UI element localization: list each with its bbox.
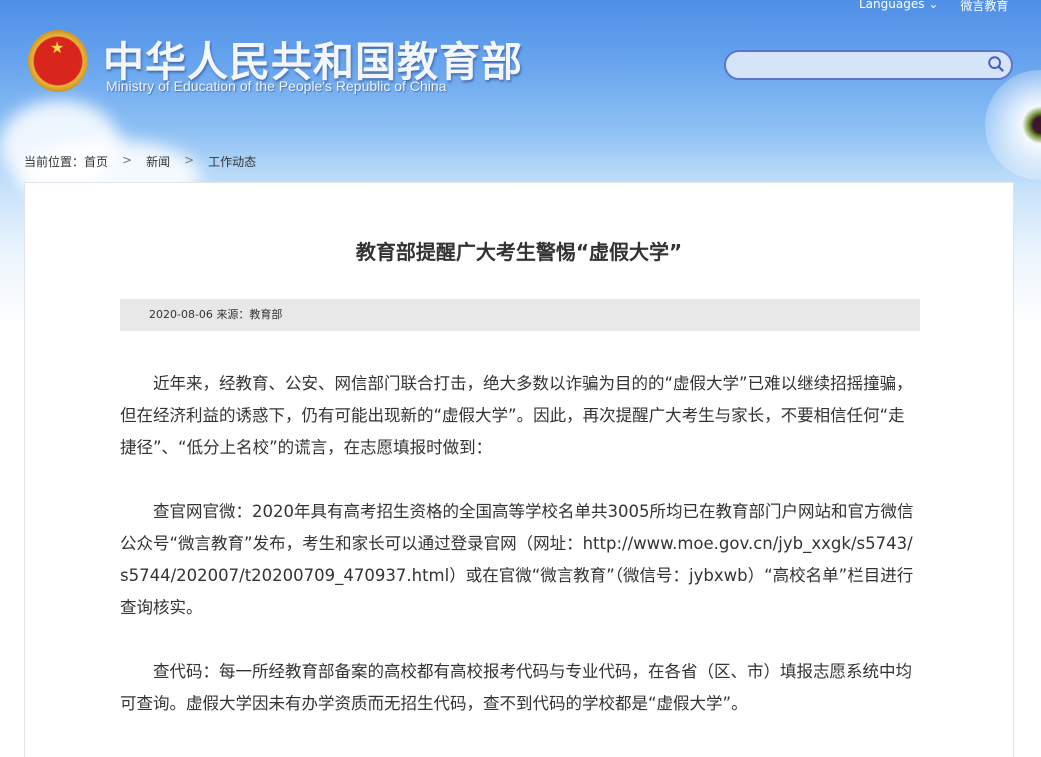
breadcrumb: 当前位置： 首页 > 新闻 > 工作动态 xyxy=(24,153,256,170)
languages-menu[interactable]: Languages ⌄ xyxy=(859,0,938,14)
breadcrumb-work-news[interactable]: 工作动态 xyxy=(208,153,256,170)
article-date: 2020-08-06 xyxy=(149,308,213,321)
dandelion-decoration xyxy=(985,70,1041,180)
search-input[interactable] xyxy=(738,52,988,78)
chevron-right-icon: > xyxy=(184,153,195,167)
article-meta: 2020-08-06 来源：教育部 xyxy=(120,299,920,331)
article-paragraph: 查代码：每一所经教育部备案的高校都有高校报考代码与专业代码，在各省（区、市）填报… xyxy=(120,662,912,713)
article-source: 来源：教育部 xyxy=(216,308,283,321)
article-body: 近年来，经教育、公安、网信部门联合打击，绝大多数以诈骗为目的的“虚假大学”已难以… xyxy=(120,368,920,752)
search-box xyxy=(724,50,1013,80)
national-emblem-icon: ★ xyxy=(28,30,88,92)
article-paragraph: 近年来，经教育、公安、网信部门联合打击，绝大多数以诈骗为目的的“虚假大学”已难以… xyxy=(120,374,913,457)
article-paragraph: 查官网官微：2020年具有高考招生资格的全国高等学校名单共3005所均已在教育部… xyxy=(120,502,914,617)
article-title: 教育部提醒广大考生警惕“虚假大学” xyxy=(355,240,683,264)
chevron-right-icon: > xyxy=(122,153,133,167)
breadcrumb-label: 当前位置： xyxy=(24,155,85,169)
search-icon[interactable] xyxy=(987,55,1005,73)
breadcrumb-home[interactable]: 首页 xyxy=(84,153,108,170)
chevron-down-icon: ⌄ xyxy=(928,0,939,11)
weiyan-link[interactable]: 微言教育 xyxy=(960,0,1008,14)
languages-label: Languages xyxy=(859,0,925,11)
site-subtitle: Ministry of Education of the People's Re… xyxy=(106,78,447,94)
breadcrumb-news[interactable]: 新闻 xyxy=(146,153,170,170)
article-container: 教育部提醒广大考生警惕“虚假大学” 2020-08-06 来源：教育部 近年来，… xyxy=(24,182,1014,757)
